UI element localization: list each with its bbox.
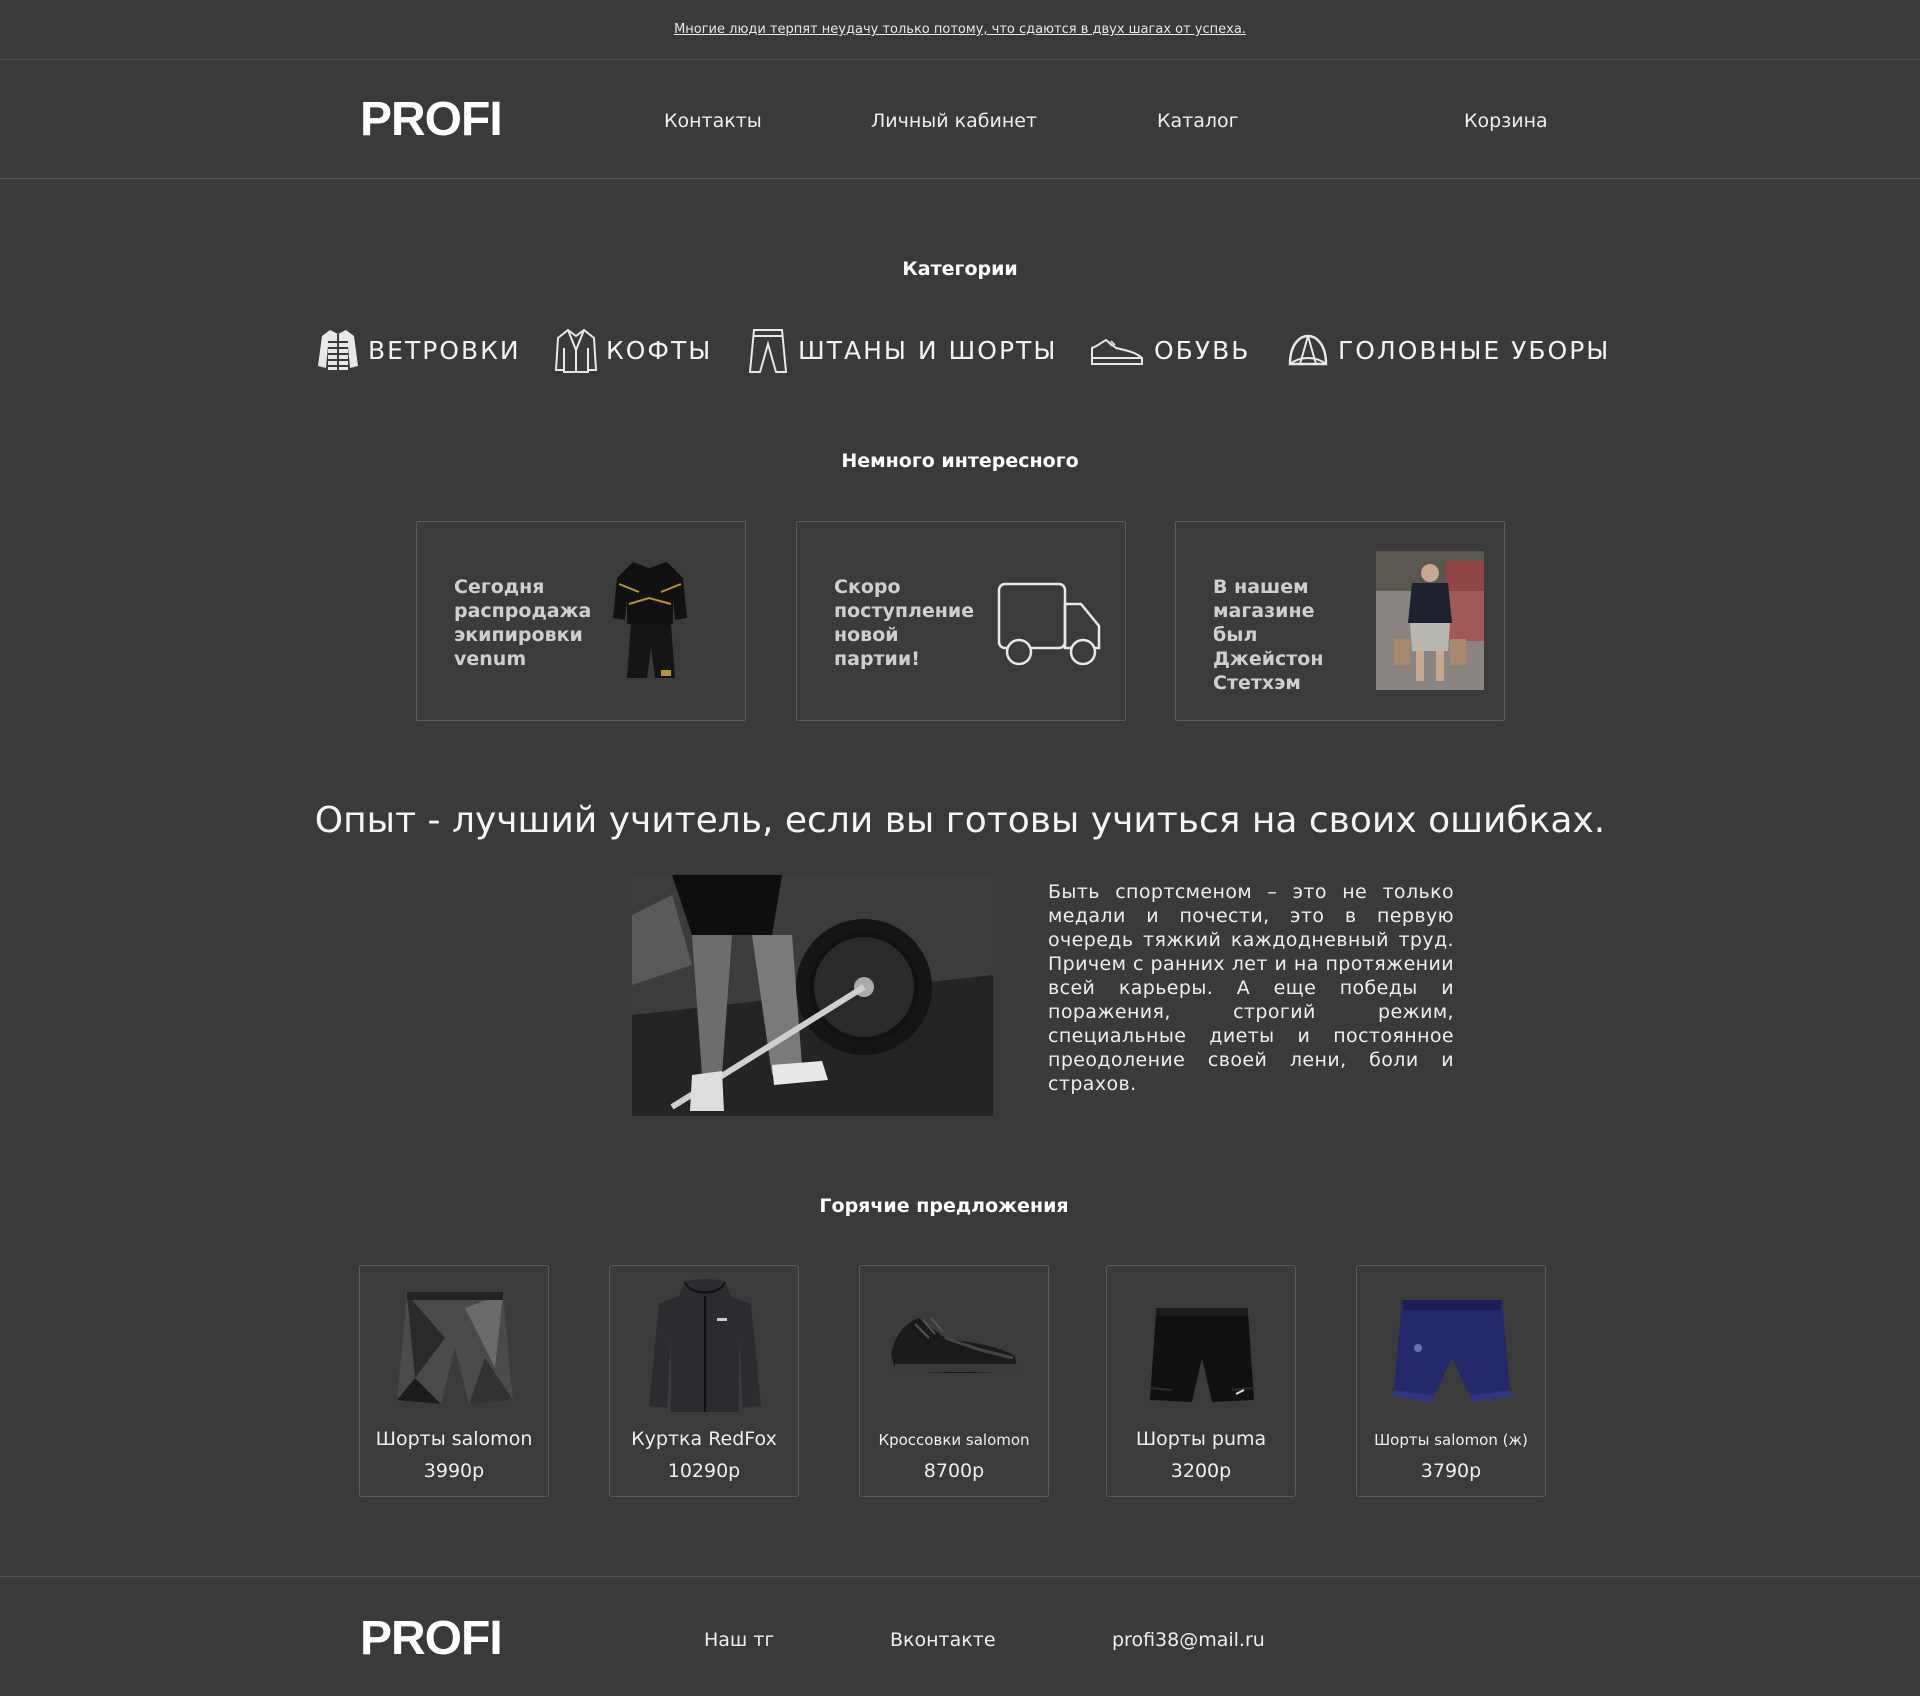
promo-card-sale[interactable]: Сегодня распродажа экипировки venum <box>416 521 746 721</box>
promo-card-text: Сегодня распродажа экипировки venum <box>454 576 592 670</box>
product-price: 10290р <box>667 1460 741 1482</box>
deadlift-photo <box>632 875 993 1116</box>
product-card[interactable]: Шорты salomon (ж) 3790р <box>1356 1265 1546 1497</box>
product-name: Куртка RedFox <box>631 1428 777 1450</box>
footer-link-telegram[interactable]: Наш тг <box>704 1629 774 1651</box>
nav-cart[interactable]: Корзина <box>1464 110 1548 132</box>
nav-contacts[interactable]: Контакты <box>664 110 762 132</box>
deadlift-photo-svg <box>632 875 993 1116</box>
promo-card-celebrity[interactable]: В нашем магазине был Джейстон Стетхэм <box>1175 521 1505 721</box>
category-label: КОФТЫ <box>606 335 713 365</box>
product-name: Кроссовки salomon <box>878 1431 1030 1449</box>
footer-link-email[interactable]: profi38@mail.ru <box>1112 1629 1265 1651</box>
salomon-women-shorts-image <box>1392 1300 1512 1402</box>
product-price: 8700р <box>923 1460 985 1482</box>
product-name: Шорты salomon <box>375 1428 533 1450</box>
promo-card-text: Скоро поступление новой партии! <box>834 576 975 670</box>
category-jackets[interactable]: ВЕТРОВКИ <box>316 322 521 378</box>
cap-icon <box>1288 334 1328 366</box>
product-card[interactable]: Куртка RedFox 10290р <box>609 1265 799 1497</box>
top-quote-link[interactable]: Многие люди терпят неудачу только потому… <box>674 22 1246 37</box>
nav-catalog[interactable]: Каталог <box>1157 110 1239 132</box>
category-list: ВЕТРОВКИ КОФТЫ ШТАНЫ И ШОРТЫ ОБУВЬ ГОЛОВ… <box>0 322 1920 378</box>
product-price: 3200р <box>1170 1460 1232 1482</box>
product-name: Шорты puma <box>1135 1428 1267 1450</box>
footer-link-vk[interactable]: Вконтакте <box>890 1629 996 1651</box>
top-quote-bar: Многие люди терпят неудачу только потому… <box>0 0 1920 60</box>
motto-quote: Опыт - лучший учитель, если вы готовы уч… <box>314 800 1606 841</box>
redfox-jacket-image <box>649 1279 761 1412</box>
product-price: 3990р <box>423 1460 485 1482</box>
sneaker-icon <box>1091 338 1143 365</box>
truck-icon <box>997 582 1101 666</box>
product-card[interactable]: Кроссовки salomon 8700р <box>859 1265 1049 1497</box>
product-card[interactable]: Шорты puma 3200р <box>1106 1265 1296 1497</box>
categories-title: Категории <box>902 258 1018 280</box>
statham-photo <box>1376 551 1484 690</box>
puma-shorts-image <box>1149 1308 1255 1402</box>
pants-icon <box>748 329 788 373</box>
header: PROFI Контакты Личный кабинет Каталог Ко… <box>0 60 1920 179</box>
category-label: ГОЛОВНЫЕ УБОРЫ <box>1338 335 1611 365</box>
product-card[interactable]: Шорты salomon 3990р <box>359 1265 549 1497</box>
interesting-title: Немного интересного <box>841 450 1079 472</box>
about-paragraph: Быть спортсменом – это не только медали … <box>1048 881 1454 1095</box>
footer-logo[interactable]: PROFI <box>360 1611 503 1666</box>
category-pants[interactable]: ШТАНЫ И ШОРТЫ <box>746 322 1057 378</box>
promo-card-delivery[interactable]: Скоро поступление новой партии! <box>796 521 1126 721</box>
nav-account[interactable]: Личный кабинет <box>871 110 1037 132</box>
promo-card-text: В нашем магазине был Джейстон Стетхэм <box>1213 576 1324 694</box>
salomon-shorts-image <box>397 1292 513 1404</box>
sweater-icon <box>554 328 598 373</box>
footer: PROFI Наш тг Вконтакте profi38@mail.ru <box>0 1576 1920 1696</box>
category-shoes[interactable]: ОБУВЬ <box>1088 322 1250 378</box>
category-sweaters[interactable]: КОФТЫ <box>554 322 712 378</box>
salomon-sneakers-image <box>891 1317 1017 1373</box>
category-label: ШТАНЫ И ШОРТЫ <box>798 335 1058 365</box>
category-label: ВЕТРОВКИ <box>368 335 521 365</box>
jacket-icon <box>318 330 358 370</box>
category-label: ОБУВЬ <box>1154 335 1251 365</box>
offers-title: Горячие предложения <box>819 1195 1069 1217</box>
venum-suit-photo <box>613 562 687 678</box>
product-price: 3790р <box>1420 1460 1482 1482</box>
logo[interactable]: PROFI <box>360 92 503 147</box>
product-name: Шорты salomon (ж) <box>1374 1431 1528 1449</box>
category-headwear[interactable]: ГОЛОВНЫЕ УБОРЫ <box>1286 322 1610 378</box>
